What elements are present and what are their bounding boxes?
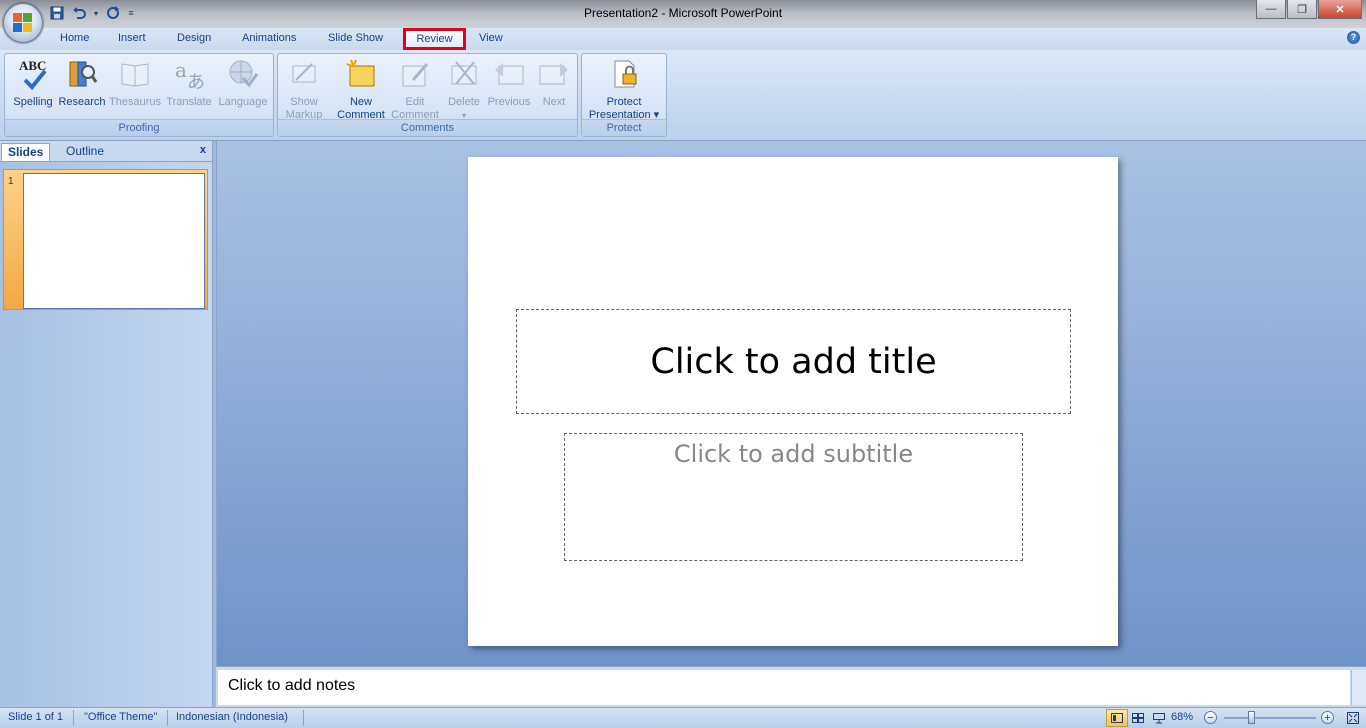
window-title: Presentation2 - Microsoft PowerPoint [583,6,783,20]
edit-comment-line1: Edit [405,96,425,108]
tab-animations[interactable]: Animations [242,32,296,44]
tab-review[interactable]: Review [403,28,466,50]
protect-presentation-button[interactable]: Protect Presentation ▾ [584,58,664,122]
redo-icon[interactable] [104,5,122,21]
slide-thumbnail-preview[interactable] [23,173,205,309]
new-comment-button[interactable]: New Comment [334,58,388,122]
spelling-button[interactable]: ABC Spelling [9,58,57,109]
comments-group: Show Markup New Comment Edit Comment Delete… [277,53,578,137]
thesaurus-icon [119,58,151,90]
title-placeholder[interactable]: Click to add title [516,309,1071,414]
delete-label-text: Delete [448,96,480,108]
next-comment-button[interactable]: Next [534,58,574,109]
customize-toolbar-icon[interactable]: ≡ [126,5,136,21]
notes-scrollbar[interactable] [1351,670,1366,705]
status-divider [303,710,304,726]
slide-number: 1 [8,176,14,187]
zoom-slider-thumb[interactable] [1248,711,1255,724]
language-label: Language [218,96,268,108]
delete-comment-button[interactable]: Delete ▾ [442,58,486,122]
new-comment-line1: New [349,96,372,108]
ribbon-tabs: Home Insert Design Animations Slide Show… [0,28,1366,50]
research-button[interactable]: Research [57,58,107,109]
previous-comment-button[interactable]: Previous [484,58,534,109]
fit-to-window-icon[interactable] [1342,709,1364,727]
research-icon [66,58,98,90]
language-globe-icon [227,58,259,90]
tab-outline[interactable]: Outline [60,143,110,160]
window-controls: — ❐ ✕ [1256,0,1362,19]
tab-slide-show[interactable]: Slide Show [328,32,383,44]
next-comment-icon [538,58,570,90]
thesaurus-label: Thesaurus [109,96,161,108]
slide-count-status: Slide 1 of 1 [8,711,64,723]
subtitle-placeholder[interactable]: Click to add subtitle [564,433,1023,561]
delete-comment-icon [448,58,480,90]
edit-comment-button[interactable]: Edit Comment [388,58,442,122]
tab-slides[interactable]: Slides [1,143,51,161]
next-label: Next [542,96,566,108]
status-divider [73,710,74,726]
status-divider [167,710,168,726]
slide-sorter-view-icon[interactable] [1127,709,1149,727]
language-status[interactable]: Indonesian (Indonesia) [176,711,288,723]
theme-status: "Office Theme" [84,711,158,723]
tab-design[interactable]: Design [177,32,211,44]
chevron-down-icon[interactable]: ▾ [92,5,100,21]
proofing-group: ABC Spelling Research Thesaurus a あ Tran… [4,53,274,137]
translate-icon: a あ [175,58,205,93]
protect-presentation-icon [608,58,640,90]
slides-pane: Slides Outline x 1 [0,141,213,707]
slides-pane-tabs: Slides Outline x [0,141,212,162]
title-bar: Presentation2 - Microsoft PowerPoint ▾ ≡… [0,0,1366,28]
notes-pane: Click to add notes [216,666,1366,708]
protect-line1: Protect [606,96,642,108]
slide-thumbnail[interactable]: 1 [3,169,208,310]
slide-canvas[interactable]: Click to add title Click to add subtitle [468,157,1118,646]
language-button[interactable]: Language [215,58,271,109]
translate-label: Translate [166,96,212,108]
tab-home[interactable]: Home [60,32,89,44]
close-pane-icon[interactable]: x [200,144,206,156]
show-markup-button[interactable]: Show Markup [280,58,328,122]
previous-label: Previous [487,96,531,108]
zoom-out-button[interactable]: − [1204,711,1217,724]
undo-icon[interactable] [70,5,88,21]
slide-editor: Click to add title Click to add subtitle [216,141,1366,666]
spelling-icon: ABC [17,58,49,90]
save-icon[interactable] [48,5,66,21]
protect-group-label: Protect [582,119,666,136]
show-markup-line1: Show [290,96,318,108]
slide-show-view-icon[interactable] [1148,709,1170,727]
office-button[interactable] [3,3,43,43]
thesaurus-button[interactable]: Thesaurus [107,58,163,109]
ribbon: ABC Spelling Research Thesaurus a あ Tran… [0,50,1366,141]
zoom-level[interactable]: 68% [1171,711,1193,723]
new-comment-icon [345,58,377,90]
status-bar: Slide 1 of 1 "Office Theme" Indonesian (… [0,707,1366,728]
maximize-button[interactable]: ❐ [1287,0,1317,19]
close-button[interactable]: ✕ [1318,0,1362,19]
protect-group: Protect Presentation ▾ Protect [581,53,667,137]
show-markup-icon [288,58,320,90]
quick-access-toolbar: ▾ ≡ [48,4,136,22]
tab-view[interactable]: View [479,32,503,44]
edit-comment-icon [399,58,431,90]
minimize-button[interactable]: — [1256,0,1286,19]
normal-view-icon[interactable] [1106,709,1128,727]
spelling-label: Spelling [13,96,53,108]
notes-input[interactable]: Click to add notes [218,670,1350,705]
tab-insert[interactable]: Insert [118,32,146,44]
help-icon[interactable]: ? [1347,31,1360,44]
zoom-slider-track[interactable] [1224,717,1316,719]
office-logo-icon [13,13,33,33]
previous-comment-icon [493,58,525,90]
comments-group-label: Comments [278,119,577,136]
translate-button[interactable]: a あ Translate [163,58,215,109]
proofing-group-label: Proofing [5,119,273,136]
research-label: Research [58,96,106,108]
zoom-in-button[interactable]: + [1321,711,1334,724]
